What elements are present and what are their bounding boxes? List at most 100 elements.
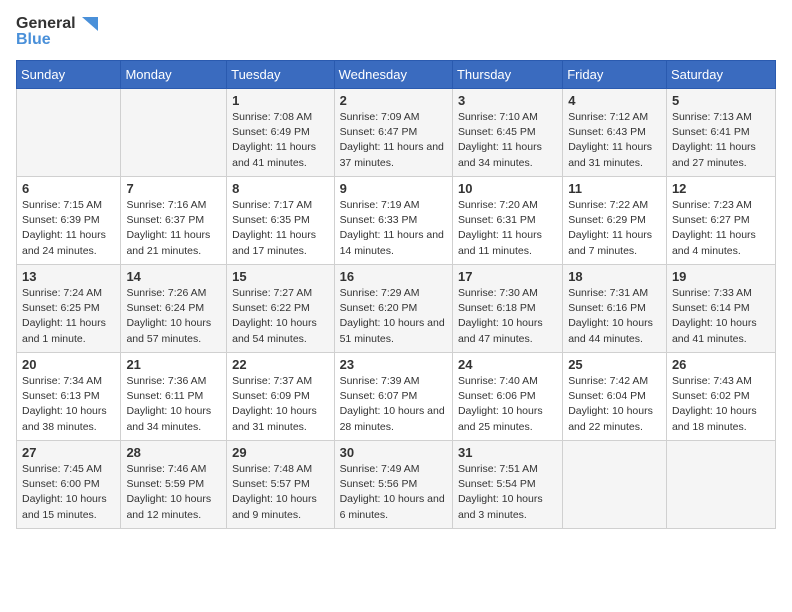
day-number: 2 <box>340 93 447 108</box>
day-info: Sunrise: 7:46 AMSunset: 5:59 PMDaylight:… <box>126 462 221 523</box>
calendar-cell <box>17 89 121 177</box>
calendar-week-1: 1Sunrise: 7:08 AMSunset: 6:49 PMDaylight… <box>17 89 776 177</box>
day-info: Sunrise: 7:09 AMSunset: 6:47 PMDaylight:… <box>340 110 447 171</box>
calendar-cell <box>666 441 775 529</box>
calendar-cell: 18 Sunrise: 7:31 AMSunset: 6:16 PMDayligh… <box>563 265 667 353</box>
day-number: 26 <box>672 357 770 372</box>
day-info: Sunrise: 7:24 AMSunset: 6:25 PMDaylight:… <box>22 286 115 347</box>
calendar-cell: 14 Sunrise: 7:26 AMSunset: 6:24 PMDayligh… <box>121 265 227 353</box>
day-header-sunday: Sunday <box>17 61 121 89</box>
day-info: Sunrise: 7:51 AMSunset: 5:54 PMDaylight:… <box>458 462 557 523</box>
calendar-week-3: 13 Sunrise: 7:24 AMSunset: 6:25 PMDayligh… <box>17 265 776 353</box>
day-number: 22 <box>232 357 328 372</box>
calendar-cell: 19Sunrise: 7:33 AMSunset: 6:14 PMDayligh… <box>666 265 775 353</box>
day-info: Sunrise: 7:23 AMSunset: 6:27 PMDaylight:… <box>672 198 770 259</box>
calendar-cell: 15 Sunrise: 7:27 AMSunset: 6:22 PMDayligh… <box>227 265 334 353</box>
day-info: Sunrise: 7:16 AMSunset: 6:37 PMDaylight:… <box>126 198 221 259</box>
logo: General Blue <box>16 16 98 48</box>
day-number: 29 <box>232 445 328 460</box>
page-header: General Blue <box>16 16 776 48</box>
day-number: 5 <box>672 93 770 108</box>
day-header-monday: Monday <box>121 61 227 89</box>
day-info: Sunrise: 7:20 AMSunset: 6:31 PMDaylight:… <box>458 198 557 259</box>
day-info: Sunrise: 7:12 AMSunset: 6:43 PMDaylight:… <box>568 110 661 171</box>
day-info: Sunrise: 7:42 AMSunset: 6:04 PMDaylight:… <box>568 374 661 435</box>
day-number: 3 <box>458 93 557 108</box>
day-header-wednesday: Wednesday <box>334 61 452 89</box>
day-info: Sunrise: 7:26 AMSunset: 6:24 PMDaylight:… <box>126 286 221 347</box>
calendar-cell: 27 Sunrise: 7:45 AMSunset: 6:00 PMDayligh… <box>17 441 121 529</box>
calendar-cell: 4 Sunrise: 7:12 AMSunset: 6:43 PMDaylight… <box>563 89 667 177</box>
calendar-week-2: 6 Sunrise: 7:15 AMSunset: 6:39 PMDaylight… <box>17 177 776 265</box>
day-number: 18 <box>568 269 661 284</box>
day-number: 16 <box>340 269 447 284</box>
calendar-cell: 8 Sunrise: 7:17 AMSunset: 6:35 PMDaylight… <box>227 177 334 265</box>
calendar-cell: 17 Sunrise: 7:30 AMSunset: 6:18 PMDayligh… <box>452 265 562 353</box>
day-number: 24 <box>458 357 557 372</box>
day-info: Sunrise: 7:43 AMSunset: 6:02 PMDaylight:… <box>672 374 770 435</box>
day-header-tuesday: Tuesday <box>227 61 334 89</box>
day-number: 4 <box>568 93 661 108</box>
day-info: Sunrise: 7:31 AMSunset: 6:16 PMDaylight:… <box>568 286 661 347</box>
day-info: Sunrise: 7:30 AMSunset: 6:18 PMDaylight:… <box>458 286 557 347</box>
calendar-cell: 1Sunrise: 7:08 AMSunset: 6:49 PMDaylight… <box>227 89 334 177</box>
calendar-cell: 25 Sunrise: 7:42 AMSunset: 6:04 PMDayligh… <box>563 353 667 441</box>
header-row: SundayMondayTuesdayWednesdayThursdayFrid… <box>17 61 776 89</box>
day-info: Sunrise: 7:45 AMSunset: 6:00 PMDaylight:… <box>22 462 115 523</box>
day-number: 13 <box>22 269 115 284</box>
logo-text: General Blue <box>16 16 98 48</box>
day-info: Sunrise: 7:19 AMSunset: 6:33 PMDaylight:… <box>340 198 447 259</box>
day-number: 14 <box>126 269 221 284</box>
day-number: 30 <box>340 445 447 460</box>
day-number: 31 <box>458 445 557 460</box>
day-number: 10 <box>458 181 557 196</box>
day-info: Sunrise: 7:08 AMSunset: 6:49 PMDaylight:… <box>232 110 328 171</box>
logo-general: General <box>16 16 98 32</box>
day-number: 7 <box>126 181 221 196</box>
day-info: Sunrise: 7:40 AMSunset: 6:06 PMDaylight:… <box>458 374 557 435</box>
calendar-cell: 6 Sunrise: 7:15 AMSunset: 6:39 PMDaylight… <box>17 177 121 265</box>
calendar-cell: 31 Sunrise: 7:51 AMSunset: 5:54 PMDayligh… <box>452 441 562 529</box>
calendar-cell: 22 Sunrise: 7:37 AMSunset: 6:09 PMDayligh… <box>227 353 334 441</box>
logo-blue: Blue <box>16 32 98 48</box>
calendar-table: SundayMondayTuesdayWednesdayThursdayFrid… <box>16 60 776 529</box>
calendar-cell: 30 Sunrise: 7:49 AMSunset: 5:56 PMDayligh… <box>334 441 452 529</box>
day-number: 15 <box>232 269 328 284</box>
day-info: Sunrise: 7:29 AMSunset: 6:20 PMDaylight:… <box>340 286 447 347</box>
calendar-cell: 20Sunrise: 7:34 AMSunset: 6:13 PMDayligh… <box>17 353 121 441</box>
day-info: Sunrise: 7:37 AMSunset: 6:09 PMDaylight:… <box>232 374 328 435</box>
day-number: 25 <box>568 357 661 372</box>
calendar-cell: 5 Sunrise: 7:13 AMSunset: 6:41 PMDaylight… <box>666 89 775 177</box>
day-header-friday: Friday <box>563 61 667 89</box>
calendar-week-5: 27 Sunrise: 7:45 AMSunset: 6:00 PMDayligh… <box>17 441 776 529</box>
day-info: Sunrise: 7:39 AMSunset: 6:07 PMDaylight:… <box>340 374 447 435</box>
calendar-cell: 26 Sunrise: 7:43 AMSunset: 6:02 PMDayligh… <box>666 353 775 441</box>
day-number: 27 <box>22 445 115 460</box>
day-number: 11 <box>568 181 661 196</box>
calendar-cell: 11 Sunrise: 7:22 AMSunset: 6:29 PMDayligh… <box>563 177 667 265</box>
logo-arrow-icon <box>82 17 98 31</box>
calendar-cell: 7 Sunrise: 7:16 AMSunset: 6:37 PMDaylight… <box>121 177 227 265</box>
day-number: 28 <box>126 445 221 460</box>
calendar-cell: 9 Sunrise: 7:19 AMSunset: 6:33 PMDaylight… <box>334 177 452 265</box>
day-info: Sunrise: 7:36 AMSunset: 6:11 PMDaylight:… <box>126 374 221 435</box>
day-header-saturday: Saturday <box>666 61 775 89</box>
day-info: Sunrise: 7:22 AMSunset: 6:29 PMDaylight:… <box>568 198 661 259</box>
day-header-thursday: Thursday <box>452 61 562 89</box>
day-number: 12 <box>672 181 770 196</box>
day-number: 8 <box>232 181 328 196</box>
calendar-cell <box>563 441 667 529</box>
day-number: 17 <box>458 269 557 284</box>
calendar-week-4: 20Sunrise: 7:34 AMSunset: 6:13 PMDayligh… <box>17 353 776 441</box>
day-info: Sunrise: 7:49 AMSunset: 5:56 PMDaylight:… <box>340 462 447 523</box>
calendar-cell: 13 Sunrise: 7:24 AMSunset: 6:25 PMDayligh… <box>17 265 121 353</box>
day-number: 9 <box>340 181 447 196</box>
day-info: Sunrise: 7:13 AMSunset: 6:41 PMDaylight:… <box>672 110 770 171</box>
calendar-cell: 16 Sunrise: 7:29 AMSunset: 6:20 PMDayligh… <box>334 265 452 353</box>
day-number: 23 <box>340 357 447 372</box>
day-info: Sunrise: 7:17 AMSunset: 6:35 PMDaylight:… <box>232 198 328 259</box>
day-number: 19 <box>672 269 770 284</box>
day-number: 6 <box>22 181 115 196</box>
day-info: Sunrise: 7:27 AMSunset: 6:22 PMDaylight:… <box>232 286 328 347</box>
day-info: Sunrise: 7:15 AMSunset: 6:39 PMDaylight:… <box>22 198 115 259</box>
